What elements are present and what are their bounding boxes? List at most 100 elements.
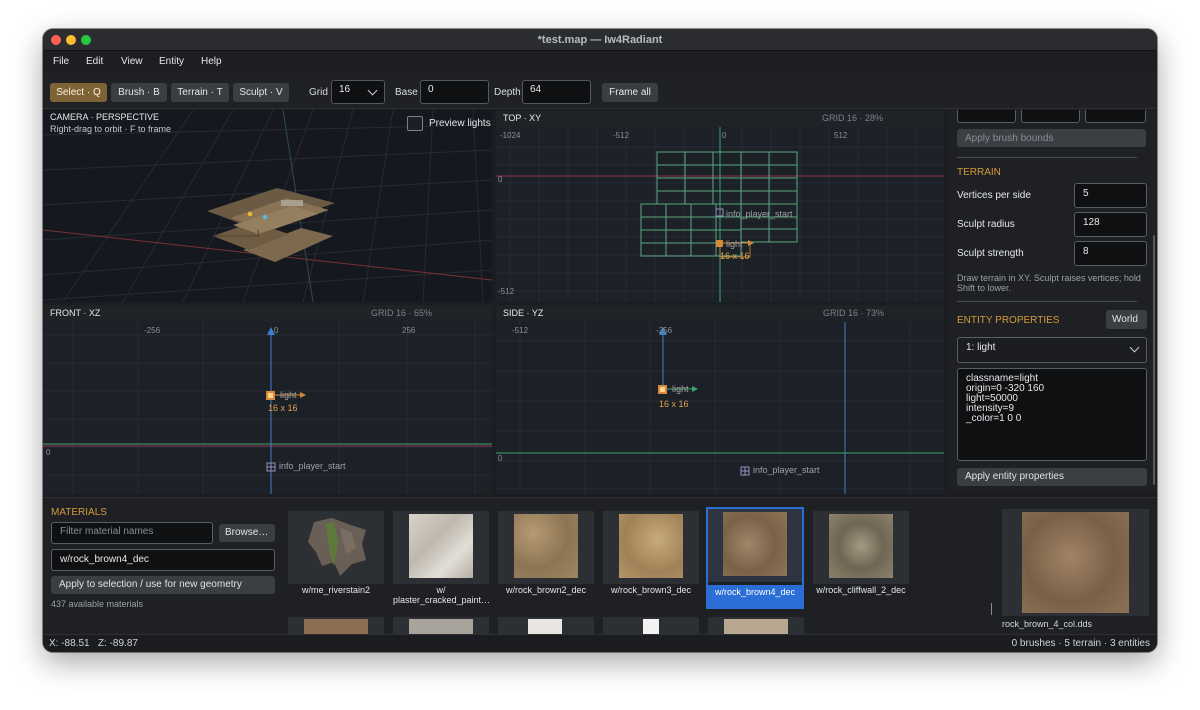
browse-button[interactable]: Browse… (219, 524, 275, 542)
menu-view[interactable]: View (121, 56, 143, 67)
cursor-coordinates: X: -88.51 Z: -89.87 (49, 638, 138, 649)
front-light-size: 16 x 16 (268, 403, 298, 413)
material-tile[interactable] (603, 617, 699, 634)
material-name: w/rock_brown4_dec (708, 585, 802, 607)
scene-summary: 0 brushes · 5 terrain · 3 entities (1011, 638, 1150, 649)
preview-splitter[interactable] (991, 603, 992, 615)
material-tile[interactable]: w/me_riverstain2 (288, 511, 384, 605)
top-tick-v: 0 (498, 175, 503, 184)
terrain-section-title: TERRAIN (957, 167, 1001, 178)
side-light-label: light (672, 384, 689, 394)
material-tile[interactable] (393, 617, 489, 634)
side-player-label: info_player_start (753, 465, 820, 475)
camera-viewport[interactable]: CAMERA · PERSPECTIVE Right-drag to orbit… (43, 110, 492, 302)
panel-scrollbar[interactable] (1153, 235, 1155, 485)
materials-panel: MATERIALS Filter material names Browse… … (43, 497, 1157, 634)
material-thumbnail (308, 518, 366, 576)
material-tile[interactable] (498, 617, 594, 634)
side-grid-info: GRID 16 · 73% (823, 308, 885, 318)
terrain-hint: Draw terrain in XY. Sculpt raises vertic… (957, 273, 1141, 293)
properties-panel: Apply brush bounds TERRAIN Vertices per … (948, 110, 1157, 491)
material-tile[interactable] (288, 617, 384, 634)
vertices-label: Vertices per side (957, 190, 1031, 201)
bounds-input[interactable] (1085, 110, 1146, 123)
tool-sculpt-button[interactable]: Sculpt · V (233, 83, 289, 102)
grid-select[interactable]: 16 (331, 80, 385, 104)
side-tick-h: -256 (656, 326, 673, 335)
front-tick-v: 0 (46, 448, 51, 457)
sculpt-strength-label: Sculpt strength (957, 248, 1024, 259)
side-grid (496, 322, 944, 494)
bounds-input[interactable] (957, 110, 1016, 123)
top-grid-info: GRID 16 · 28% (822, 113, 884, 123)
top-tick-v: -512 (498, 287, 515, 296)
top-tick-h: 512 (834, 131, 848, 140)
entity-select[interactable]: 1: light (957, 337, 1147, 363)
material-tile[interactable]: w/rock_brown2_dec (498, 511, 594, 605)
frame-all-button[interactable]: Frame all (602, 83, 658, 102)
front-grid-info: GRID 16 · 65% (371, 308, 433, 318)
front-viewport[interactable]: FRONT · XZ GRID 16 · 65% -256 0 256 0 li… (43, 305, 492, 494)
sculpt-radius-input[interactable]: 128 (1074, 212, 1147, 237)
filter-input[interactable]: Filter material names (51, 522, 213, 544)
menu-bar: File Edit View Entity Help (43, 52, 1157, 72)
front-light-label: light (280, 390, 297, 400)
material-thumbnail (409, 514, 473, 578)
entity-section-title: ENTITY PROPERTIES (957, 315, 1060, 326)
base-input[interactable]: 0 (420, 80, 489, 104)
material-tile[interactable]: w/rock_cliffwall_2_dec (813, 511, 909, 605)
front-tick-h: 0 (274, 326, 279, 335)
app-window: *test.map — Iw4Radiant File Edit View En… (43, 29, 1157, 652)
menu-entity[interactable]: Entity (159, 56, 184, 67)
material-name: w/ plaster_cracked_paint… (393, 585, 491, 605)
entity-prop: _color=1 0 0 (966, 413, 1022, 424)
current-material-input[interactable]: w/rock_brown4_dec (51, 549, 275, 571)
sculpt-radius-label: Sculpt radius (957, 219, 1015, 230)
tool-brush-button[interactable]: Brush · B (111, 83, 167, 102)
material-thumbnail (619, 514, 683, 578)
bounds-input[interactable] (1021, 110, 1080, 123)
front-title: FRONT · XZ (50, 308, 101, 318)
vertices-input[interactable]: 5 (1074, 183, 1147, 208)
preview-lights-checkbox[interactable] (407, 116, 423, 131)
preview-lights-label: Preview lights (429, 118, 491, 129)
top-viewport[interactable]: TOP · XY GRID 16 · 28% -1024 -512 0 512 … (496, 110, 944, 302)
top-title: TOP · XY (503, 113, 542, 123)
front-player-label: info_player_start (279, 461, 346, 471)
tool-select-button[interactable]: Select · Q (50, 83, 107, 102)
depth-input[interactable]: 64 (522, 80, 591, 104)
camera-title: CAMERA · PERSPECTIVE (50, 112, 160, 122)
camera-grid (43, 110, 492, 302)
world-button[interactable]: World (1106, 310, 1147, 329)
menu-help[interactable]: Help (201, 56, 222, 67)
material-preview-image (1022, 512, 1129, 613)
material-thumbnail (723, 512, 787, 576)
material-tile[interactable]: w/ plaster_cracked_paint… (393, 511, 491, 605)
front-grid (43, 322, 492, 494)
menu-file[interactable]: File (53, 56, 69, 67)
material-name: w/rock_brown3_dec (610, 585, 692, 595)
tool-terrain-button[interactable]: Terrain · T (171, 83, 229, 102)
top-tick-h: -1024 (500, 131, 521, 140)
entity-properties-textarea[interactable]: classname=light origin=0 -320 160 light=… (957, 368, 1147, 461)
material-tile[interactable] (708, 617, 804, 634)
toolbar: Select · Q Brush · B Terrain · T Sculpt … (43, 73, 1157, 109)
material-preview (1002, 509, 1149, 616)
depth-label: Depth (494, 87, 521, 98)
top-player-label: info_player_start (726, 209, 793, 219)
apply-brush-bounds-button[interactable]: Apply brush bounds (957, 129, 1146, 147)
material-tile-selected[interactable]: w/rock_brown4_dec (706, 507, 804, 609)
apply-material-button[interactable]: Apply to selection / use for new geometr… (51, 576, 275, 594)
top-tick-h: 0 (722, 131, 727, 140)
material-tile[interactable]: w/rock_brown3_dec (603, 511, 699, 605)
menu-edit[interactable]: Edit (86, 56, 103, 67)
entity-select-value: 1: light (966, 342, 996, 353)
divider (957, 157, 1137, 158)
material-name: w/rock_brown2_dec (505, 585, 587, 595)
apply-entity-properties-button[interactable]: Apply entity properties (957, 468, 1147, 486)
camera-hint: Right-drag to orbit · F to frame (50, 124, 172, 134)
side-viewport[interactable]: SIDE · YZ GRID 16 · 73% -512 -256 0 ligh… (496, 305, 944, 494)
sculpt-strength-input[interactable]: 8 (1074, 241, 1147, 266)
side-tick-h: -512 (512, 326, 529, 335)
grid-select-value: 16 (339, 84, 351, 95)
